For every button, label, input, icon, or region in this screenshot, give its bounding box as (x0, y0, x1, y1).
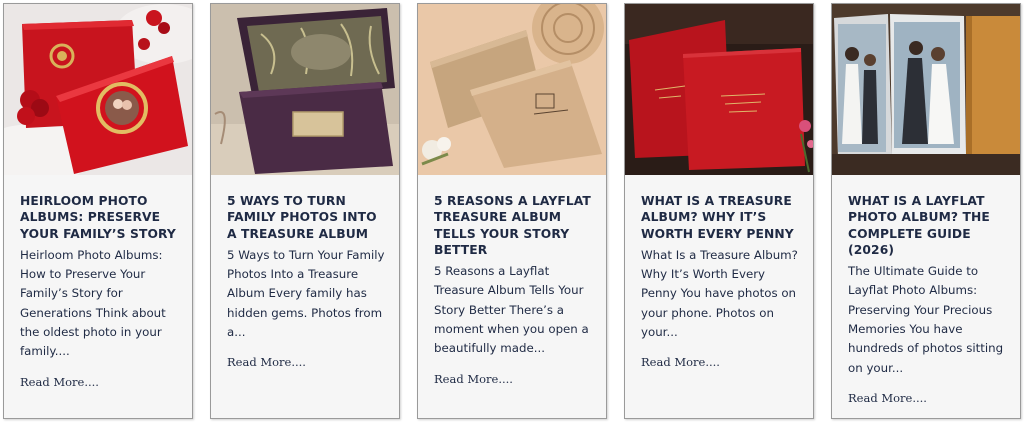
post-excerpt: What Is a Treasure Album? Why It’s Worth… (641, 247, 798, 340)
post-excerpt: Heirloom Photo Albums: How to Preserve Y… (20, 247, 166, 359)
post-title[interactable]: Heirloom Photo Albums: Preserve Your Fam… (20, 193, 180, 242)
blog-card[interactable]: What Is a Treasure Album? Why It’s Worth… (624, 3, 814, 419)
read-more-link[interactable]: Read More.... (434, 372, 513, 386)
post-thumbnail[interactable] (832, 4, 1020, 175)
post-thumbnail[interactable] (211, 4, 399, 175)
post-thumbnail[interactable] (4, 4, 192, 175)
post-thumbnail[interactable] (418, 4, 606, 175)
blog-card[interactable]: Heirloom Photo Albums: Preserve Your Fam… (3, 3, 193, 419)
post-thumbnail[interactable] (625, 4, 813, 175)
read-more-link[interactable]: Read More.... (227, 355, 306, 369)
read-more-link[interactable]: Read More.... (848, 391, 927, 405)
post-title[interactable]: 5 Ways to Turn Family Photos Into a Trea… (227, 193, 387, 242)
read-more-link[interactable]: Read More.... (641, 355, 720, 369)
read-more-link[interactable]: Read More.... (20, 375, 99, 389)
post-excerpt: 5 Ways to Turn Your Family Photos Into a… (227, 247, 385, 340)
post-excerpt: 5 Reasons a Layflat Treasure Album Tells… (434, 264, 589, 356)
post-title[interactable]: What Is a Treasure Album? Why It’s Worth… (641, 193, 801, 242)
blog-card[interactable]: 5 Reasons a Layflat Treasure Album Tells… (417, 3, 607, 419)
blog-card[interactable]: What Is a Layflat Photo Album? The Compl… (831, 3, 1021, 419)
post-excerpt: The Ultimate Guide to Layflat Photo Albu… (848, 264, 1004, 375)
blog-card[interactable]: 5 Ways to Turn Family Photos Into a Trea… (210, 3, 400, 419)
post-title[interactable]: 5 Reasons a Layflat Treasure Album Tells… (434, 193, 594, 258)
post-title[interactable]: What Is a Layflat Photo Album? The Compl… (848, 193, 1008, 258)
